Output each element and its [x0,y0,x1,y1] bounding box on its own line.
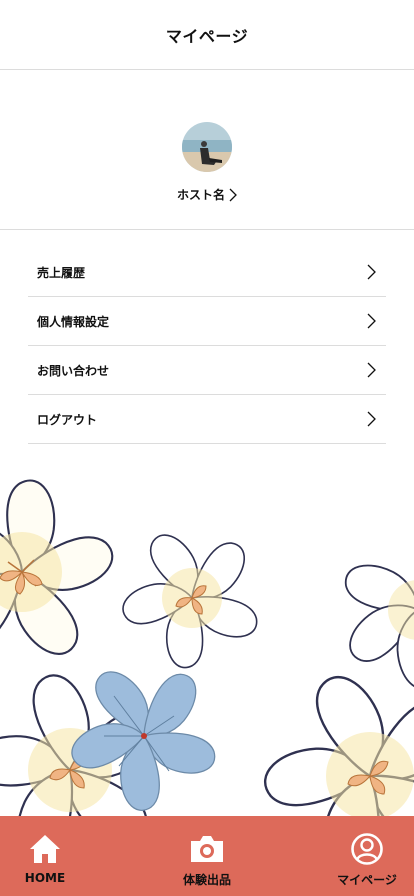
menu-item-contact[interactable]: お問い合わせ [28,346,386,395]
tab-label: マイページ [337,873,397,887]
menu-item-personal-info[interactable]: 個人情報設定 [28,297,386,346]
tab-label: 体験出品 [182,873,231,887]
chevron-right-icon [367,264,376,280]
chevron-right-icon [367,313,376,329]
tab-mypage[interactable]: マイページ [330,816,404,896]
menu-item-logout[interactable]: ログアウト [28,395,386,444]
host-name: ホスト名 [176,188,225,202]
bottom-tab-bar: HOME 体験出品 マイページ [0,816,414,896]
chevron-right-icon [367,411,376,427]
tab-label: HOME [24,871,66,885]
chevron-right-icon [367,362,376,378]
menu-item-label: ログアウト [37,412,98,427]
chevron-right-icon [229,188,237,201]
avatar[interactable] [182,122,232,172]
settings-menu: 売上履歴 個人情報設定 お問い合わせ ログアウト [28,248,386,444]
plumeria-illustration [0,470,414,816]
menu-item-label: 売上履歴 [37,265,86,280]
menu-item-label: 個人情報設定 [37,314,110,329]
user-circle-icon [351,833,383,865]
app-header: マイページ [0,0,414,70]
menu-item-sales-history[interactable]: 売上履歴 [28,248,386,297]
profile-section: ホスト名 [0,70,414,230]
tab-home[interactable]: HOME [14,816,76,896]
camera-icon [191,836,223,862]
host-name-link[interactable]: ホスト名 [0,186,414,203]
page-title: マイページ [165,26,249,46]
menu-item-label: お問い合わせ [37,363,110,378]
tab-experience-listing[interactable]: 体験出品 [170,816,244,896]
home-icon [30,835,60,863]
